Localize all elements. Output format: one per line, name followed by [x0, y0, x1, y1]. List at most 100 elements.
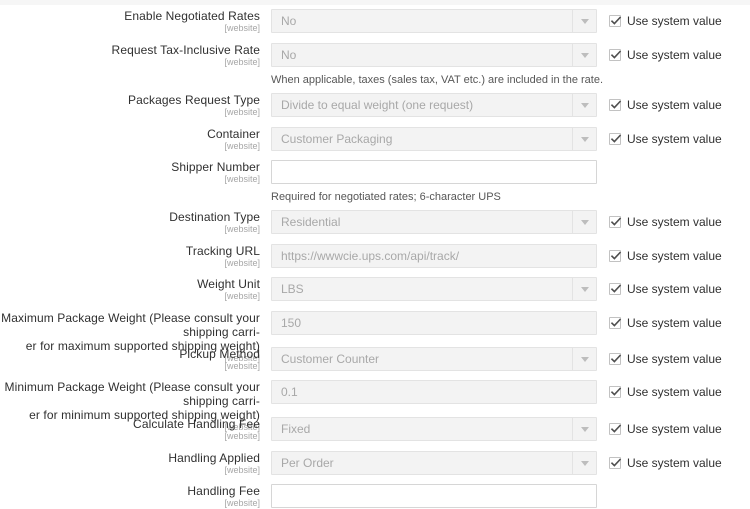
- use-system-value-label: Use system value: [627, 352, 722, 366]
- check-icon[interactable]: [609, 99, 622, 111]
- input-value: 0.1: [281, 385, 298, 399]
- use-system-value-label: Use system value: [627, 249, 722, 263]
- field-label-request-tax-inclusive-rate: Request Tax-Inclusive Rate [website]: [0, 43, 260, 68]
- select-enable-negotiated-rates[interactable]: No: [271, 9, 597, 33]
- select-value: No: [281, 48, 297, 62]
- select-container[interactable]: Customer Packaging: [271, 127, 597, 151]
- chevron-down-icon[interactable]: [572, 128, 596, 150]
- use-system-value-label: Use system value: [627, 456, 722, 470]
- use-system-value-handling-applied[interactable]: Use system value: [609, 456, 722, 470]
- use-system-value-calculate-handling-fee[interactable]: Use system value: [609, 422, 722, 436]
- use-system-value-enable-negotiated-rates[interactable]: Use system value: [609, 14, 722, 28]
- chevron-down-icon[interactable]: [572, 348, 596, 370]
- select-value: Per Order: [281, 456, 334, 470]
- field-scope-packages-request-type: [website]: [224, 107, 260, 117]
- use-system-value-weight-unit[interactable]: Use system value: [609, 282, 722, 296]
- use-system-value-minimum-package-weight[interactable]: Use system value: [609, 385, 722, 399]
- shipping-settings-page: Enable Negotiated Rates [website] No Use sy…: [0, 0, 750, 509]
- select-handling-applied[interactable]: Per Order: [271, 451, 597, 475]
- field-scope-tracking-url: [website]: [224, 258, 260, 268]
- label-line: Enable Negotiated Rates: [124, 9, 260, 23]
- input-handling-fee[interactable]: [271, 484, 597, 508]
- check-icon[interactable]: [609, 457, 622, 469]
- field-note-request-tax-inclusive-rate: When applicable, taxes (sales tax, VAT e…: [271, 74, 604, 86]
- control-line: Per Order Use system value: [271, 451, 750, 475]
- chevron-down-icon[interactable]: [572, 278, 596, 300]
- select-value: LBS: [281, 282, 304, 296]
- use-system-value-packages-request-type[interactable]: Use system value: [609, 98, 722, 112]
- use-system-value-maximum-package-weight[interactable]: Use system value: [609, 316, 722, 330]
- field-control-maximum-package-weight: 150 Use system value: [260, 311, 750, 335]
- chevron-down-icon[interactable]: [572, 418, 596, 440]
- select-calculate-handling-fee[interactable]: Fixed: [271, 417, 597, 441]
- input-minimum-package-weight[interactable]: 0.1: [271, 380, 597, 404]
- field-row-request-tax-inclusive-rate: Request Tax-Inclusive Rate [website] No Use…: [0, 43, 750, 87]
- chevron-down-icon[interactable]: [572, 452, 596, 474]
- field-scope-destination-type: [website]: [224, 224, 260, 234]
- select-destination-type[interactable]: Residential: [271, 210, 597, 234]
- field-scope-weight-unit: [website]: [224, 291, 260, 301]
- field-control-packages-request-type: Divide to equal weight (one request) Use …: [260, 93, 750, 117]
- label-line: Tracking URL: [185, 244, 260, 258]
- control-line: 150 Use system value: [271, 311, 750, 335]
- control-line: LBS Use system value: [271, 277, 750, 301]
- field-label-enable-negotiated-rates: Enable Negotiated Rates [website]: [0, 9, 260, 34]
- chevron-down-icon[interactable]: [572, 44, 596, 66]
- use-system-value-container[interactable]: Use system value: [609, 132, 722, 146]
- input-maximum-package-weight[interactable]: 150: [271, 311, 597, 335]
- field-control-shipper-number: Required for negotiated rates; 6-charact…: [260, 160, 750, 204]
- select-packages-request-type[interactable]: Divide to equal weight (one request): [271, 93, 597, 117]
- select-value: Customer Packaging: [281, 132, 393, 146]
- use-system-value-pickup-method[interactable]: Use system value: [609, 352, 722, 366]
- field-row-handling-fee: Handling Fee [website]: [0, 484, 750, 509]
- field-control-handling-fee: [260, 484, 750, 508]
- field-scope-enable-negotiated-rates: [website]: [224, 23, 260, 33]
- select-value: Fixed: [281, 422, 311, 436]
- field-label-pickup-method: Pickup Method [website]: [0, 347, 260, 372]
- field-label-container: Container [website]: [0, 127, 260, 152]
- use-system-value-destination-type[interactable]: Use system value: [609, 215, 722, 229]
- control-line: [271, 484, 750, 508]
- check-icon[interactable]: [609, 216, 622, 228]
- field-scope-request-tax-inclusive-rate: [website]: [224, 57, 260, 67]
- check-icon[interactable]: [609, 353, 622, 365]
- field-control-pickup-method: Customer Counter Use system value: [260, 347, 750, 371]
- check-icon[interactable]: [609, 250, 622, 262]
- field-label-destination-type: Destination Type [website]: [0, 210, 260, 235]
- control-line: Customer Packaging Use system value: [271, 127, 750, 151]
- check-icon[interactable]: [609, 49, 622, 61]
- select-request-tax-inclusive-rate[interactable]: No: [271, 43, 597, 67]
- select-pickup-method[interactable]: Customer Counter: [271, 347, 597, 371]
- label-line: Packages Request Type: [128, 93, 260, 107]
- use-system-value-label: Use system value: [627, 98, 722, 112]
- control-line: No Use system value: [271, 43, 750, 67]
- field-row-weight-unit: Weight Unit [website] LBS Use system value: [0, 277, 750, 302]
- check-icon[interactable]: [609, 317, 622, 329]
- field-label-shipper-number: Shipper Number [website]: [0, 160, 260, 185]
- page-top-divider: [0, 0, 750, 5]
- control-line: Divide to equal weight (one request) Use …: [271, 93, 750, 117]
- check-icon[interactable]: [609, 283, 622, 295]
- input-shipper-number[interactable]: [271, 160, 597, 184]
- label-line: Handling Applied: [168, 451, 260, 465]
- field-row-tracking-url: Tracking URL [website] https://wwwcie.ups.…: [0, 244, 750, 269]
- input-tracking-url[interactable]: https://wwwcie.ups.com/api/track/: [271, 244, 597, 268]
- check-icon[interactable]: [609, 133, 622, 145]
- use-system-value-request-tax-inclusive-rate[interactable]: Use system value: [609, 48, 722, 62]
- check-icon[interactable]: [609, 386, 622, 398]
- chevron-down-icon[interactable]: [572, 211, 596, 233]
- field-scope-handling-fee: [website]: [224, 498, 260, 508]
- check-icon[interactable]: [609, 423, 622, 435]
- field-row-shipper-number: Shipper Number [website] Required for nego…: [0, 160, 750, 204]
- chevron-down-icon[interactable]: [572, 94, 596, 116]
- select-weight-unit[interactable]: LBS: [271, 277, 597, 301]
- control-line: https://wwwcie.ups.com/api/track/Use sys…: [271, 244, 750, 268]
- select-value: Divide to equal weight (one request): [281, 98, 474, 112]
- check-icon[interactable]: [609, 15, 622, 27]
- field-control-container: Customer Packaging Use system value: [260, 127, 750, 151]
- use-system-value-label: Use system value: [627, 215, 722, 229]
- field-row-container: Container [website] Customer Packaging Use …: [0, 127, 750, 152]
- use-system-value-tracking-url[interactable]: Use system value: [609, 249, 722, 263]
- field-control-weight-unit: LBS Use system value: [260, 277, 750, 301]
- chevron-down-icon[interactable]: [572, 10, 596, 32]
